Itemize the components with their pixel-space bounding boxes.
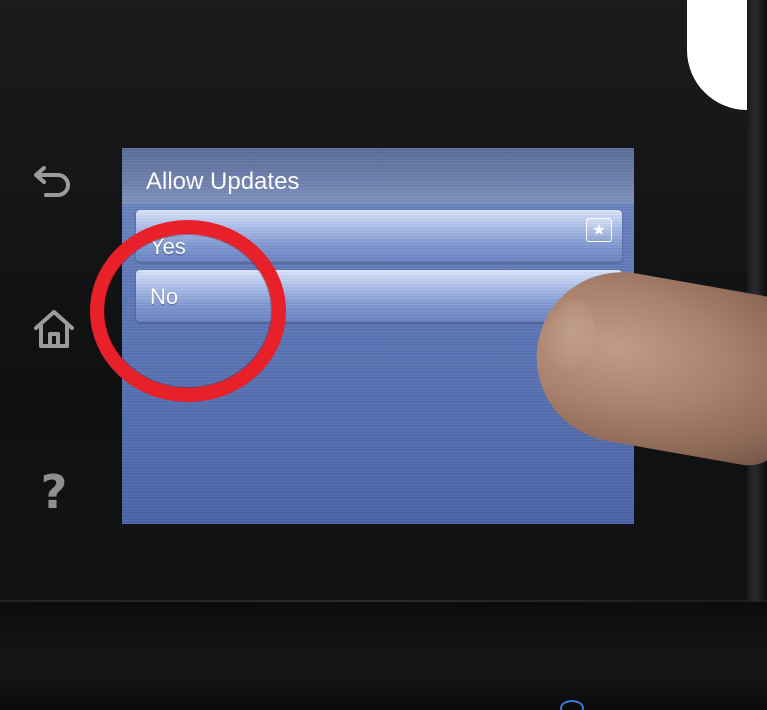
home-button[interactable]: [28, 302, 80, 354]
star-icon: ★: [586, 218, 612, 242]
help-icon: ?: [40, 465, 68, 519]
title-bar: Allow Updates: [122, 148, 634, 204]
home-icon: [34, 310, 74, 348]
annotation-circle: [90, 220, 286, 402]
printer-control-panel: ? Allow Updates Yes ★ No: [0, 0, 767, 710]
indicator-light: [560, 700, 584, 710]
back-arrow-icon: [34, 166, 70, 197]
help-button[interactable]: ?: [28, 465, 80, 519]
back-button[interactable]: [28, 154, 80, 206]
page-title: Allow Updates: [146, 168, 300, 195]
bottom-bezel: [0, 602, 767, 710]
